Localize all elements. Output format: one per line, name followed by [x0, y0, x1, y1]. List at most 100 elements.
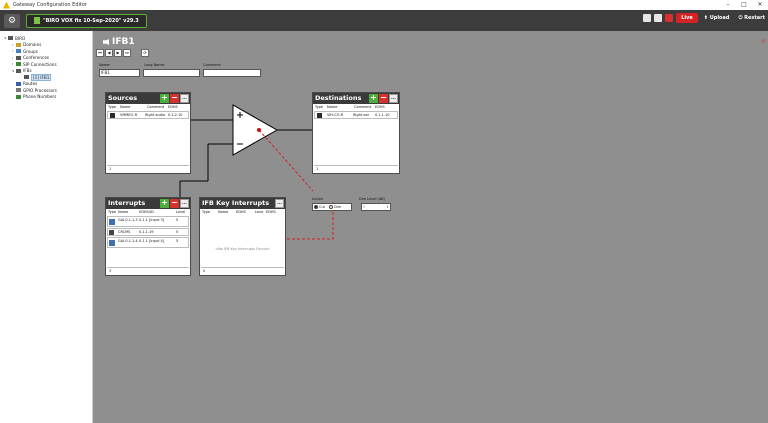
domains-icon	[16, 42, 21, 47]
tree-item-label: Routes	[23, 81, 38, 87]
remove-source-button[interactable]: −	[170, 94, 179, 103]
col-name: Name	[218, 210, 229, 214]
action-label: Action	[312, 197, 323, 201]
col-edhs: EDHS	[375, 105, 385, 109]
col-edhs-2: EDHS	[266, 210, 276, 214]
more-ifb-key-button[interactable]: …	[275, 199, 284, 208]
interrupts-header: Interrupts + − …	[106, 198, 190, 209]
folder-icon[interactable]	[654, 14, 663, 22]
col-level: Level	[176, 210, 186, 214]
interrupt-name: GAI-0.1.1.4	[118, 239, 138, 243]
tree-item-label: Domains	[23, 42, 42, 48]
interrupt-name: GAI-0.1.1.3	[118, 218, 138, 222]
col-name: Name	[327, 105, 338, 109]
cut-radio[interactable]: Cut	[314, 205, 325, 209]
interrupt-edhs: 0.1.1 [Input 3]	[139, 218, 165, 222]
source-name: VMMEO-R	[120, 113, 138, 117]
tree-item-label: GPIO Processors	[23, 87, 57, 93]
interrupts-panel: Interrupts + − … Type Name EDHS/ID Level…	[105, 197, 191, 276]
col-type: Type	[202, 210, 211, 214]
sources-panel: Sources + − … Type Name Comment EDHS VMM…	[105, 92, 191, 174]
minimize-button[interactable]: –	[720, 0, 736, 10]
cut-label: Cut	[319, 205, 326, 209]
remove-interrupt-button[interactable]: −	[170, 199, 179, 208]
file-icon	[34, 17, 40, 24]
restart-button[interactable]: ⏻ Restart	[735, 15, 768, 21]
system-icon	[8, 36, 13, 41]
panel-icon	[109, 230, 114, 235]
remove-destination-button[interactable]: −	[379, 94, 388, 103]
close-button[interactable]: ✕	[752, 0, 768, 10]
tree-item-label: IFBs	[23, 68, 32, 74]
col-comment: Comment	[147, 105, 165, 109]
device-icon	[317, 113, 322, 118]
maximize-button[interactable]: □	[736, 0, 752, 10]
tree-item-label: Groups	[23, 48, 38, 54]
source-edhs: 0.1.2.10	[168, 113, 183, 117]
live-button[interactable]: Live	[676, 13, 698, 23]
routes-icon	[16, 81, 21, 86]
interrupt-icon	[109, 219, 115, 225]
interrupt-level: 5	[176, 239, 179, 243]
file-label: "BIRO VOX fix 10-Sep-2020" v29.3	[43, 17, 139, 24]
interrupts-title: Interrupts	[108, 199, 146, 207]
save-icon[interactable]	[665, 14, 674, 22]
action-box: Cut Dim	[312, 203, 352, 211]
col-comment: Comment	[354, 105, 372, 109]
col-type: Type	[315, 105, 324, 109]
spinner-icon[interactable]: ⇕	[386, 204, 389, 210]
col-name: Name	[118, 210, 129, 214]
add-destination-button[interactable]: +	[369, 94, 378, 103]
interrupt-edhs: 0.1.1 [Input 4]	[139, 239, 165, 243]
col-edhs: EDHS	[168, 105, 178, 109]
tree-item-label: BIRO	[15, 35, 26, 41]
conferences-icon	[16, 55, 21, 60]
upload-button[interactable]: ⬆ Upload	[701, 15, 733, 21]
destination-comment: Right ear	[353, 113, 370, 117]
more-interrupts-button[interactable]: …	[180, 199, 189, 208]
tree-item-label: Phone Numbers	[23, 94, 57, 100]
more-sources-button[interactable]: …	[180, 94, 189, 103]
interrupts-count: 3	[107, 267, 189, 274]
signal-diagram	[179, 104, 334, 240]
more-destinations-button[interactable]: …	[389, 94, 398, 103]
col-name: Name	[120, 105, 131, 109]
sip-icon	[16, 62, 21, 67]
add-interrupt-button[interactable]: +	[160, 199, 169, 208]
tree-item-label: SIP Connections	[23, 61, 57, 67]
destinations-panel: Destinations + − … Type Name Comment EDH…	[312, 92, 400, 174]
phone-icon	[16, 94, 21, 99]
tree-item-phone[interactable]: Phone Numbers	[0, 94, 92, 101]
restart-label: Restart	[744, 15, 765, 21]
ifb-key-header: IFB Key Interrupts …	[200, 198, 285, 209]
destination-name: VIH-CO-R	[327, 113, 344, 117]
dim-level-input[interactable]: 0 ⇕	[361, 203, 391, 211]
dim-radio[interactable]: Dim	[329, 205, 341, 209]
destinations-header: Destinations + − …	[313, 93, 399, 104]
cut-radio-dot	[314, 205, 318, 209]
col-type: Type	[108, 210, 117, 214]
file-selector[interactable]: "BIRO VOX fix 10-Sep-2020" v29.3	[26, 13, 147, 28]
dim-radio-dot	[329, 205, 334, 209]
document-icon[interactable]	[643, 14, 652, 22]
ifb-icon	[16, 68, 21, 73]
destinations-title: Destinations	[315, 94, 362, 102]
dim-level-label: Dim Level (dB)	[359, 197, 385, 201]
sidebar-tree: ∨ BIRO › Domains › Groups › Conferences › SIP Con…	[0, 31, 93, 423]
ifb-item-icon	[24, 75, 29, 80]
upload-label: Upload	[709, 15, 730, 21]
destinations-count: 1	[314, 165, 398, 172]
tree-item-label: [1] IFB1	[31, 73, 52, 81]
gpio-icon	[16, 88, 21, 93]
interrupt-name: CRCMS	[118, 230, 131, 234]
col-edhs-id: EDHS/ID	[139, 210, 154, 214]
destination-edhs: 0.1.1.10	[375, 113, 390, 117]
device-icon	[110, 113, 115, 118]
ifb-key-title: IFB Key Interrupts	[202, 199, 270, 207]
add-source-button[interactable]: +	[160, 94, 169, 103]
source-comment: Right audio	[145, 113, 166, 117]
ifb-key-count: 0	[201, 267, 284, 274]
interrupt-edhs: 0.1.1.19	[139, 230, 154, 234]
gear-icon[interactable]: ⚙	[4, 13, 20, 28]
interrupt-level: 5	[176, 230, 179, 234]
